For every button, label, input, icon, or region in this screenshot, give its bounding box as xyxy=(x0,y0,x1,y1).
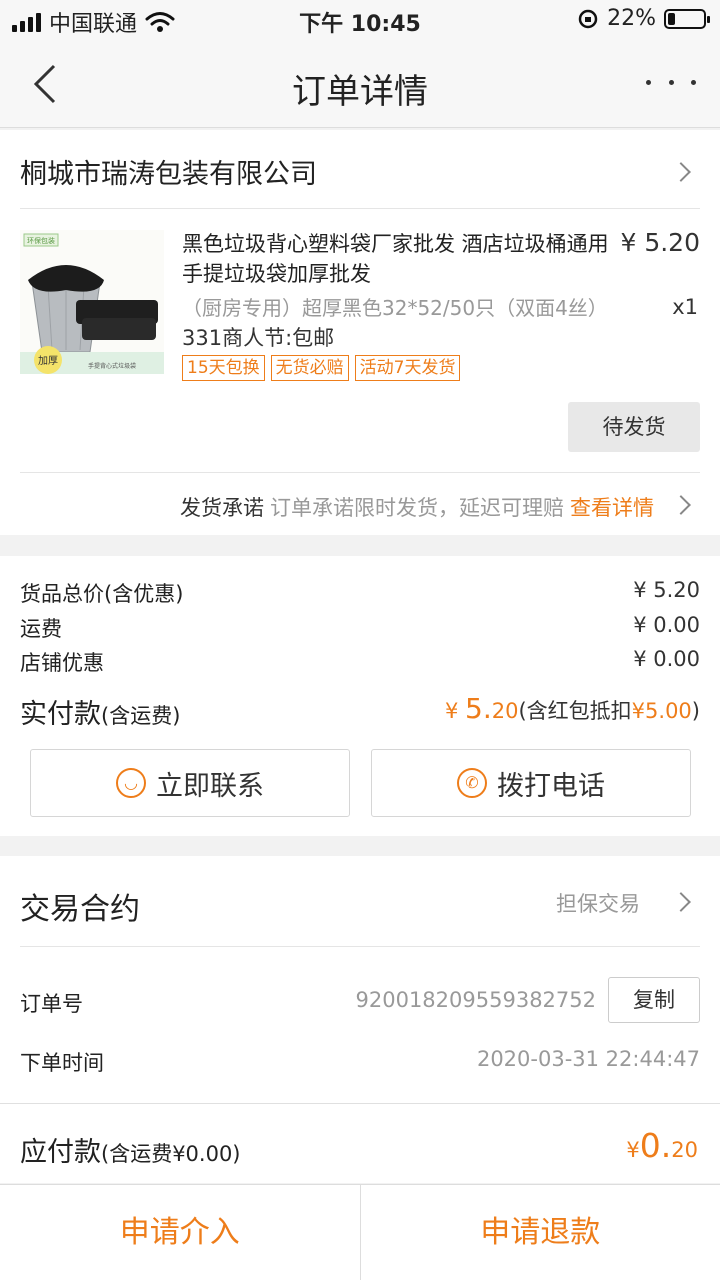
nav-bar: 订单详情 xyxy=(0,40,720,128)
chat-icon: ◡ xyxy=(116,768,146,798)
summary-value: ¥ 0.00 xyxy=(633,647,700,671)
svg-text:加厚: 加厚 xyxy=(38,355,58,367)
more-options-icon[interactable] xyxy=(646,60,696,104)
contact-label: 立即联系 xyxy=(156,770,264,802)
product-spec: （厨房专用）超厚黑色32*52/50只（双面4丝） xyxy=(182,296,608,320)
back-button[interactable] xyxy=(28,62,68,106)
garbage-bag-image: 环保包装 加厚 手提背心式垃圾袋 xyxy=(20,230,164,374)
page-title: 订单详情 xyxy=(292,72,428,112)
amount-due-bar: 应付款(含运费¥0.00) ¥0.20 xyxy=(0,1103,720,1183)
copy-button[interactable]: 复制 xyxy=(608,977,700,1023)
rotation-lock-icon xyxy=(578,9,598,28)
promise-label: 发货承诺 xyxy=(180,496,264,520)
summary-value: ¥ 0.00 xyxy=(633,613,700,637)
apply-refund-button[interactable]: 申请退款 xyxy=(359,1185,720,1280)
contract-title: 交易合约 xyxy=(20,892,140,927)
product-quantity: x1 xyxy=(672,295,698,319)
promise-text: 订单承诺限时发货，延迟可理赔 xyxy=(270,496,564,520)
phone-icon: ✆ xyxy=(457,768,487,798)
contact-seller-button[interactable]: ◡ 立即联系 xyxy=(30,749,350,817)
bottom-action-bar: 申请介入 申请退款 xyxy=(0,1184,720,1280)
chevron-right-icon[interactable] xyxy=(671,162,691,182)
call-label: 拨打电话 xyxy=(497,770,605,802)
product-image[interactable]: 环保包装 加厚 手提背心式垃圾袋 xyxy=(20,230,164,374)
order-time: 2020-03-31 22:44:47 xyxy=(476,1047,700,1071)
svg-text:环保包装: 环保包装 xyxy=(27,236,55,245)
paid-amount: ¥ 5.20(含红包抵扣¥5.00) xyxy=(444,692,700,725)
view-details-link[interactable]: 查看详情 xyxy=(570,496,654,520)
order-time-label: 下单时间 xyxy=(20,1051,104,1075)
order-status-button[interactable]: 待发货 xyxy=(568,402,700,452)
amount-due: ¥0.20 xyxy=(626,1126,698,1165)
divider xyxy=(20,472,700,473)
paid-amount-label: 实付款(含运费) xyxy=(20,699,181,730)
summary-label: 店铺优惠 xyxy=(20,651,104,675)
svg-text:手提背心式垃圾袋: 手提背心式垃圾袋 xyxy=(88,362,136,370)
summary-label: 货品总价(含优惠) xyxy=(20,582,184,606)
service-tag: 活动7天发货 xyxy=(354,355,461,381)
divider xyxy=(20,946,700,947)
product-promo: 331商人节:包邮 xyxy=(182,326,335,350)
battery-icon xyxy=(664,8,710,29)
call-button[interactable]: ✆ 拨打电话 xyxy=(371,749,691,817)
chevron-left-icon xyxy=(33,64,56,104)
service-tag: 15天包换 xyxy=(182,355,265,381)
status-bar: 中国联通 下午 10:45 22% xyxy=(0,0,720,40)
divider xyxy=(20,208,700,209)
summary-label: 运费 xyxy=(20,617,62,641)
apply-intervention-button[interactable]: 申请介入 xyxy=(0,1185,360,1280)
summary-value: ¥ 5.20 xyxy=(633,578,700,602)
trade-type[interactable]: 担保交易 xyxy=(556,888,640,918)
order-number: 920018209559382752 xyxy=(355,988,597,1012)
product-title[interactable]: 黑色垃圾背心塑料袋厂家批发 酒店垃圾桶通用手提垃圾袋加厚批发 xyxy=(182,229,622,289)
amount-due-label: 应付款(含运费¥0.00) xyxy=(20,1137,241,1168)
product-price: ¥ 5.20 xyxy=(620,228,700,257)
order-number-label: 订单号 xyxy=(20,992,83,1016)
status-right: 22% xyxy=(577,6,710,31)
shop-name[interactable]: 桐城市瑞涛包装有限公司 xyxy=(20,152,317,191)
service-tag: 无货必赔 xyxy=(270,355,349,381)
service-tags: 15天包换 无货必赔 活动7天发货 xyxy=(182,355,461,381)
shipping-promise[interactable]: 发货承诺 订单承诺限时发货，延迟可理赔 查看详情 xyxy=(180,492,654,522)
battery-percent: 22% xyxy=(607,6,656,31)
